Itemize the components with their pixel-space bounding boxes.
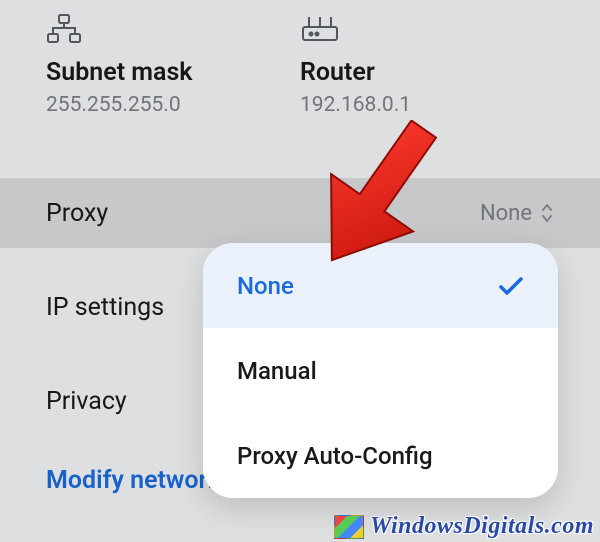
router-block: Router 192.168.0.1 [300,14,554,117]
network-topology-icon [46,14,300,44]
row-proxy-value: None [480,201,532,226]
subnet-label: Subnet mask [46,58,300,87]
row-proxy-value-group: None [480,201,554,226]
proxy-option-manual-label: Manual [237,357,317,385]
row-proxy-label: Proxy [46,199,108,228]
modify-network-link[interactable]: Modify network [46,466,221,495]
watermark-text: WindowsDigitals.com [370,513,594,540]
router-icon [300,14,554,44]
proxy-option-manual[interactable]: Manual [203,328,558,413]
check-icon [498,276,524,296]
proxy-option-none[interactable]: None [203,243,558,328]
proxy-option-pac[interactable]: Proxy Auto-Config [203,413,558,498]
expand-collapse-icon [540,202,554,224]
proxy-option-pac-label: Proxy Auto-Config [237,442,433,470]
proxy-options-popup: None Manual Proxy Auto-Config [203,243,558,498]
router-label: Router [300,58,554,87]
proxy-option-none-label: None [237,272,294,300]
subnet-value: 255.255.255.0 [46,93,300,117]
watermark: WindowsDigitals.com [334,513,594,540]
network-info-row: Subnet mask 255.255.255.0 Router 192.168… [0,14,600,117]
row-privacy-label: Privacy [46,387,127,416]
watermark-logo-icon [334,515,364,539]
settings-screen: Subnet mask 255.255.255.0 Router 192.168… [0,0,600,542]
router-value: 192.168.0.1 [300,93,554,117]
row-ip-label: IP settings [46,293,164,322]
row-proxy[interactable]: Proxy None [0,178,600,248]
subnet-block: Subnet mask 255.255.255.0 [46,14,300,117]
